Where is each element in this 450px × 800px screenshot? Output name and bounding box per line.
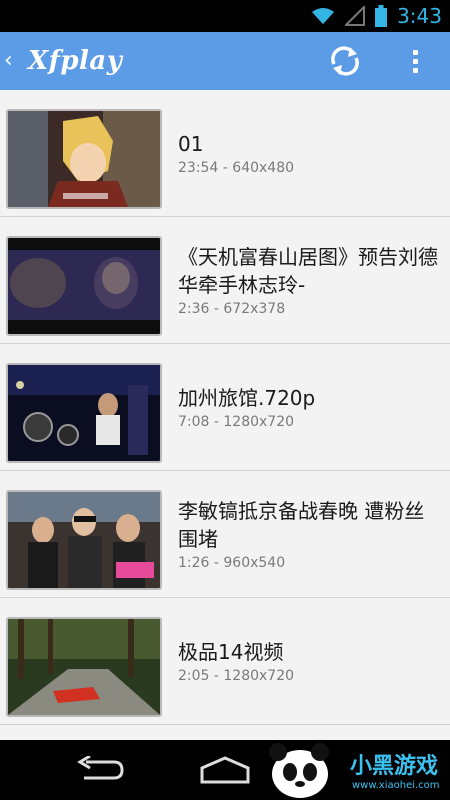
navigation-bar: 小黑游戏 www.xiaohei.com [0,740,450,800]
video-list-item[interactable]: 李敏镐抵京备战春晚 遭粉丝围堵 1:26 - 960x540 [0,471,450,598]
status-icons: 3:43 [311,0,442,32]
video-info: 《天机富春山居图》预告刘德华牵手林志玲- 2:36 - 672x378 [178,217,442,343]
up-navigation-icon[interactable]: ‹ [4,49,13,73]
video-meta: 1:26 - 960x540 [178,555,286,571]
action-bar: ‹ Xfplay [0,32,450,90]
video-meta: 2:05 - 1280x720 [178,668,295,684]
video-info: 李敏镐抵京备战春晚 遭粉丝围堵 1:26 - 960x540 [178,471,442,597]
nav-home-icon [200,756,250,784]
video-info: 极品14视频 2:05 - 1280x720 [178,598,442,724]
panda-icon [269,743,329,798]
refresh-button[interactable] [326,42,364,80]
concert-thumbnail [6,363,162,463]
app-title[interactable]: Xfplay [28,42,122,80]
overflow-dot [412,58,418,64]
video-list-item[interactable]: 加州旅馆.720p 7:08 - 1280x720 [0,344,450,471]
video-list-item[interactable]: 《天机富春山居图》预告刘德华牵手林志玲- 2:36 - 672x378 [0,217,450,344]
video-list-item[interactable]: 极品14视频 2:05 - 1280x720 [0,598,450,725]
video-info: 加州旅馆.720p 7:08 - 1280x720 [178,344,442,470]
watermark-url: www.xiaohei.com [352,780,440,791]
video-list: 01 23:54 - 640x480 《天机富春山居图》预告刘德华牵手林志玲- … [0,90,450,740]
video-title: 01 [178,132,204,156]
video-meta: 7:08 - 1280x720 [178,414,295,430]
video-title: 李敏镐抵京备战春晚 遭粉丝围堵 [178,499,425,551]
overflow-dot [412,49,418,55]
battery-icon [375,5,388,27]
signal-icon [345,6,366,26]
video-title: 《天机富春山居图》预告刘德华牵手林志玲- [178,245,438,297]
anime-thumbnail [6,109,162,209]
nav-home-button[interactable] [198,756,252,784]
status-time: 3:43 [397,4,442,28]
refresh-icon [331,46,359,76]
wifi-icon [311,7,335,25]
status-bar: 3:43 [0,0,450,32]
movie-trailer-thumbnail [6,236,162,336]
watermark-text: 小黑游戏 [350,754,439,779]
overflow-menu-icon[interactable] [404,42,426,80]
crowd-thumbnail [6,490,162,590]
video-meta: 2:36 - 672x378 [178,301,286,317]
watermark-logo: 小黑游戏 www.xiaohei.com [260,740,450,800]
overflow-dot [412,67,418,73]
video-meta: 23:54 - 640x480 [178,160,295,176]
racing-thumbnail [6,617,162,717]
video-title: 加州旅馆.720p [178,386,316,410]
video-title: 极品14视频 [178,640,284,664]
nav-back-icon [77,754,124,780]
video-info: 01 23:54 - 640x480 [178,90,442,216]
video-list-item[interactable]: 01 23:54 - 640x480 [0,90,450,217]
nav-back-button[interactable] [74,754,126,784]
